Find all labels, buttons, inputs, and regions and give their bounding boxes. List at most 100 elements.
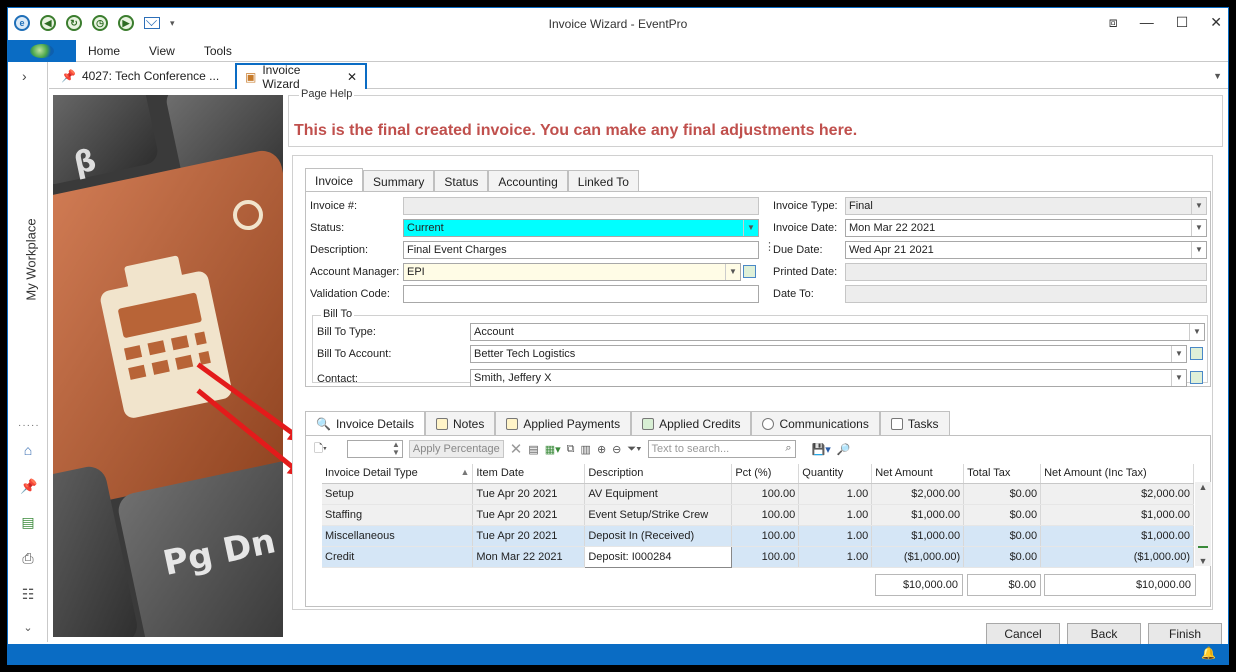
tab-invoice[interactable]: Invoice xyxy=(305,168,364,192)
move-icon[interactable]: ⧉ xyxy=(567,443,575,456)
status-select[interactable]: Current ▼ xyxy=(403,219,759,237)
ribbon-tab-view[interactable]: View xyxy=(149,44,175,58)
total-tax: $0.00 xyxy=(967,574,1041,596)
close-tab-icon[interactable]: ✕ xyxy=(347,70,357,84)
validation-code-label: Validation Code: xyxy=(310,288,390,300)
tab-list-dropdown-icon[interactable]: ▼ xyxy=(1213,71,1222,81)
printer-icon[interactable]: ⎙ xyxy=(20,550,36,566)
back-button[interactable]: Back xyxy=(1067,623,1141,645)
finish-button[interactable]: Finish xyxy=(1148,623,1222,645)
cell-description[interactable]: Deposit: I000284 xyxy=(584,545,733,568)
new-item-icon[interactable]: 🗋▾ xyxy=(314,440,327,459)
tab-communications[interactable]: Communications xyxy=(751,411,880,435)
tab-invoice-details[interactable]: 🔍 Invoice Details xyxy=(305,411,425,435)
scroll-thumb[interactable] xyxy=(1198,546,1208,548)
scroll-up-icon[interactable]: ▲ xyxy=(1195,482,1211,492)
account-picker-icon[interactable] xyxy=(1190,347,1203,360)
col-header-total-tax[interactable]: Total Tax xyxy=(963,464,1042,484)
cell-net-amount: ($1,000.00) xyxy=(871,546,965,568)
col-header-detail-type[interactable]: Invoice Detail Type ▲ xyxy=(322,464,474,484)
contacts-icon[interactable]: ☷ xyxy=(20,586,36,602)
tab-summary[interactable]: Summary xyxy=(363,170,435,192)
account-manager-picker-icon[interactable] xyxy=(743,265,756,278)
grid-icon[interactable]: ▤ xyxy=(20,514,36,530)
validation-code-field[interactable] xyxy=(403,285,759,303)
spin-arrows-icon[interactable]: ▲ ▼ xyxy=(392,441,400,457)
table-row[interactable]: Credit Mon Mar 22 2021 Deposit: I000284 … xyxy=(322,545,1194,568)
tab-notes[interactable]: Notes xyxy=(425,411,496,435)
tab-linked-to[interactable]: Linked To xyxy=(567,170,639,192)
doc-tab-event[interactable]: 📌 4027: Tech Conference ... xyxy=(53,63,233,89)
find-icon[interactable]: 🔎 xyxy=(837,443,851,456)
doc-tab-invoice-wizard[interactable]: ▣ Invoice Wizard ✕ xyxy=(235,63,367,91)
ribbon-tab-home[interactable]: Home xyxy=(88,44,120,58)
home-icon[interactable]: ⌂ xyxy=(20,442,36,458)
tab-applied-credits[interactable]: Applied Credits xyxy=(631,411,752,435)
cell-description: Deposit In (Received) xyxy=(584,525,733,547)
chevron-down-icon[interactable]: ▼ xyxy=(743,220,758,236)
bill-to-account-select[interactable]: Better Tech Logistics ▼ xyxy=(470,345,1187,363)
col-header-description[interactable]: Description xyxy=(584,464,733,484)
percentage-spinner[interactable]: ▲ ▼ xyxy=(346,440,403,458)
move-up-icon[interactable]: ⊕ xyxy=(597,443,606,456)
contact-value: Smith, Jeffery X xyxy=(474,372,552,384)
chevron-down-icon[interactable]: ▼ xyxy=(1191,242,1206,258)
account-manager-value: EPI xyxy=(407,266,425,278)
copy-icon[interactable]: ▤ xyxy=(528,443,538,456)
account-manager-select[interactable]: EPI ▼ xyxy=(403,263,741,281)
invoice-date-picker[interactable]: Mon Mar 22 2021 ▼ xyxy=(845,219,1207,237)
search-input[interactable]: Text to search... ⌕ xyxy=(647,440,796,458)
table-row[interactable]: Setup Tue Apr 20 2021 AV Equipment 100.0… xyxy=(322,483,1194,505)
expand-sidebar-icon[interactable]: › xyxy=(22,68,27,84)
cancel-button[interactable]: Cancel xyxy=(986,623,1060,645)
pin-icon[interactable]: 📌 xyxy=(20,478,37,494)
calculator-icon[interactable]: ▥ xyxy=(581,443,591,456)
document-tabs: 📌 4027: Tech Conference ... ▣ Invoice Wi… xyxy=(49,62,1228,91)
minimize-icon[interactable]: — xyxy=(1140,14,1154,31)
search-icon[interactable]: ⌕ xyxy=(785,442,791,455)
cell-total-tax: $0.00 xyxy=(963,483,1042,505)
notification-bell-icon[interactable]: 🔔 xyxy=(1201,646,1216,660)
chevron-down-icon[interactable]: ▼ xyxy=(1191,220,1206,236)
ribbon: Home View Tools xyxy=(8,40,1228,62)
columns-icon[interactable]: ▦▾ xyxy=(545,443,561,456)
apply-percentage-button[interactable]: Apply Percentage xyxy=(408,440,504,458)
col-header-pct[interactable]: Pct (%) xyxy=(731,464,800,484)
col-header-net-amount[interactable]: Net Amount xyxy=(871,464,965,484)
ribbon-tab-tools[interactable]: Tools xyxy=(204,44,232,58)
col-header-net-inc-tax[interactable]: Net Amount (Inc Tax) xyxy=(1040,464,1194,484)
tab-tasks[interactable]: Tasks xyxy=(879,411,950,435)
scroll-down-icon[interactable]: ▼ xyxy=(1195,556,1211,566)
chevron-down-icon[interactable]: ▼ xyxy=(1189,324,1204,340)
due-date-picker[interactable]: Wed Apr 21 2021 ▼ xyxy=(845,241,1207,259)
bill-to-type-select[interactable]: Account ▼ xyxy=(470,323,1205,341)
chevron-down-icon[interactable]: ▼ xyxy=(725,264,740,280)
chevron-down-icon[interactable]: ▼ xyxy=(1171,370,1186,386)
tab-status[interactable]: Status xyxy=(434,170,489,192)
wizard-side-image: β Pg Dn E xyxy=(53,95,283,637)
description-field[interactable]: Final Event Charges xyxy=(403,241,759,259)
tab-applied-payments[interactable]: Applied Payments xyxy=(495,411,632,435)
col-header-item-date[interactable]: Item Date xyxy=(472,464,586,484)
doc-tab-label: Invoice Wizard xyxy=(262,63,301,91)
move-down-icon[interactable]: ⊖ xyxy=(612,443,621,456)
col-header-quantity[interactable]: Quantity xyxy=(798,464,873,484)
contact-select[interactable]: Smith, Jeffery X ▼ xyxy=(470,369,1187,387)
maximize-icon[interactable]: ☐ xyxy=(1176,14,1189,31)
table-row[interactable]: Staffing Tue Apr 20 2021 Event Setup/Str… xyxy=(322,504,1194,526)
grid-scrollbar[interactable]: ▲ ▼ xyxy=(1195,482,1211,566)
filter-icon[interactable]: ⏷▾ xyxy=(627,443,641,456)
table-row[interactable]: Miscellaneous Tue Apr 20 2021 Deposit In… xyxy=(322,525,1194,547)
contact-picker-icon[interactable] xyxy=(1190,371,1203,384)
app-menu-button[interactable] xyxy=(8,40,76,62)
chevron-down-icon[interactable]: ▼ xyxy=(1171,346,1186,362)
tab-accounting[interactable]: Accounting xyxy=(488,170,568,192)
splitter-handle[interactable]: ····· xyxy=(18,420,40,431)
close-icon[interactable]: ✕ xyxy=(1210,14,1222,31)
invoice-type-label: Invoice Type: xyxy=(773,200,838,212)
pin-window-icon[interactable]: ⧈ xyxy=(1109,14,1118,31)
chevron-down-icon[interactable]: ⌄ xyxy=(20,620,36,636)
delete-icon[interactable]: ✕ xyxy=(510,440,523,458)
save-icon[interactable]: 💾▾ xyxy=(812,443,831,456)
sidebar-label[interactable]: My Workplace xyxy=(24,205,39,315)
